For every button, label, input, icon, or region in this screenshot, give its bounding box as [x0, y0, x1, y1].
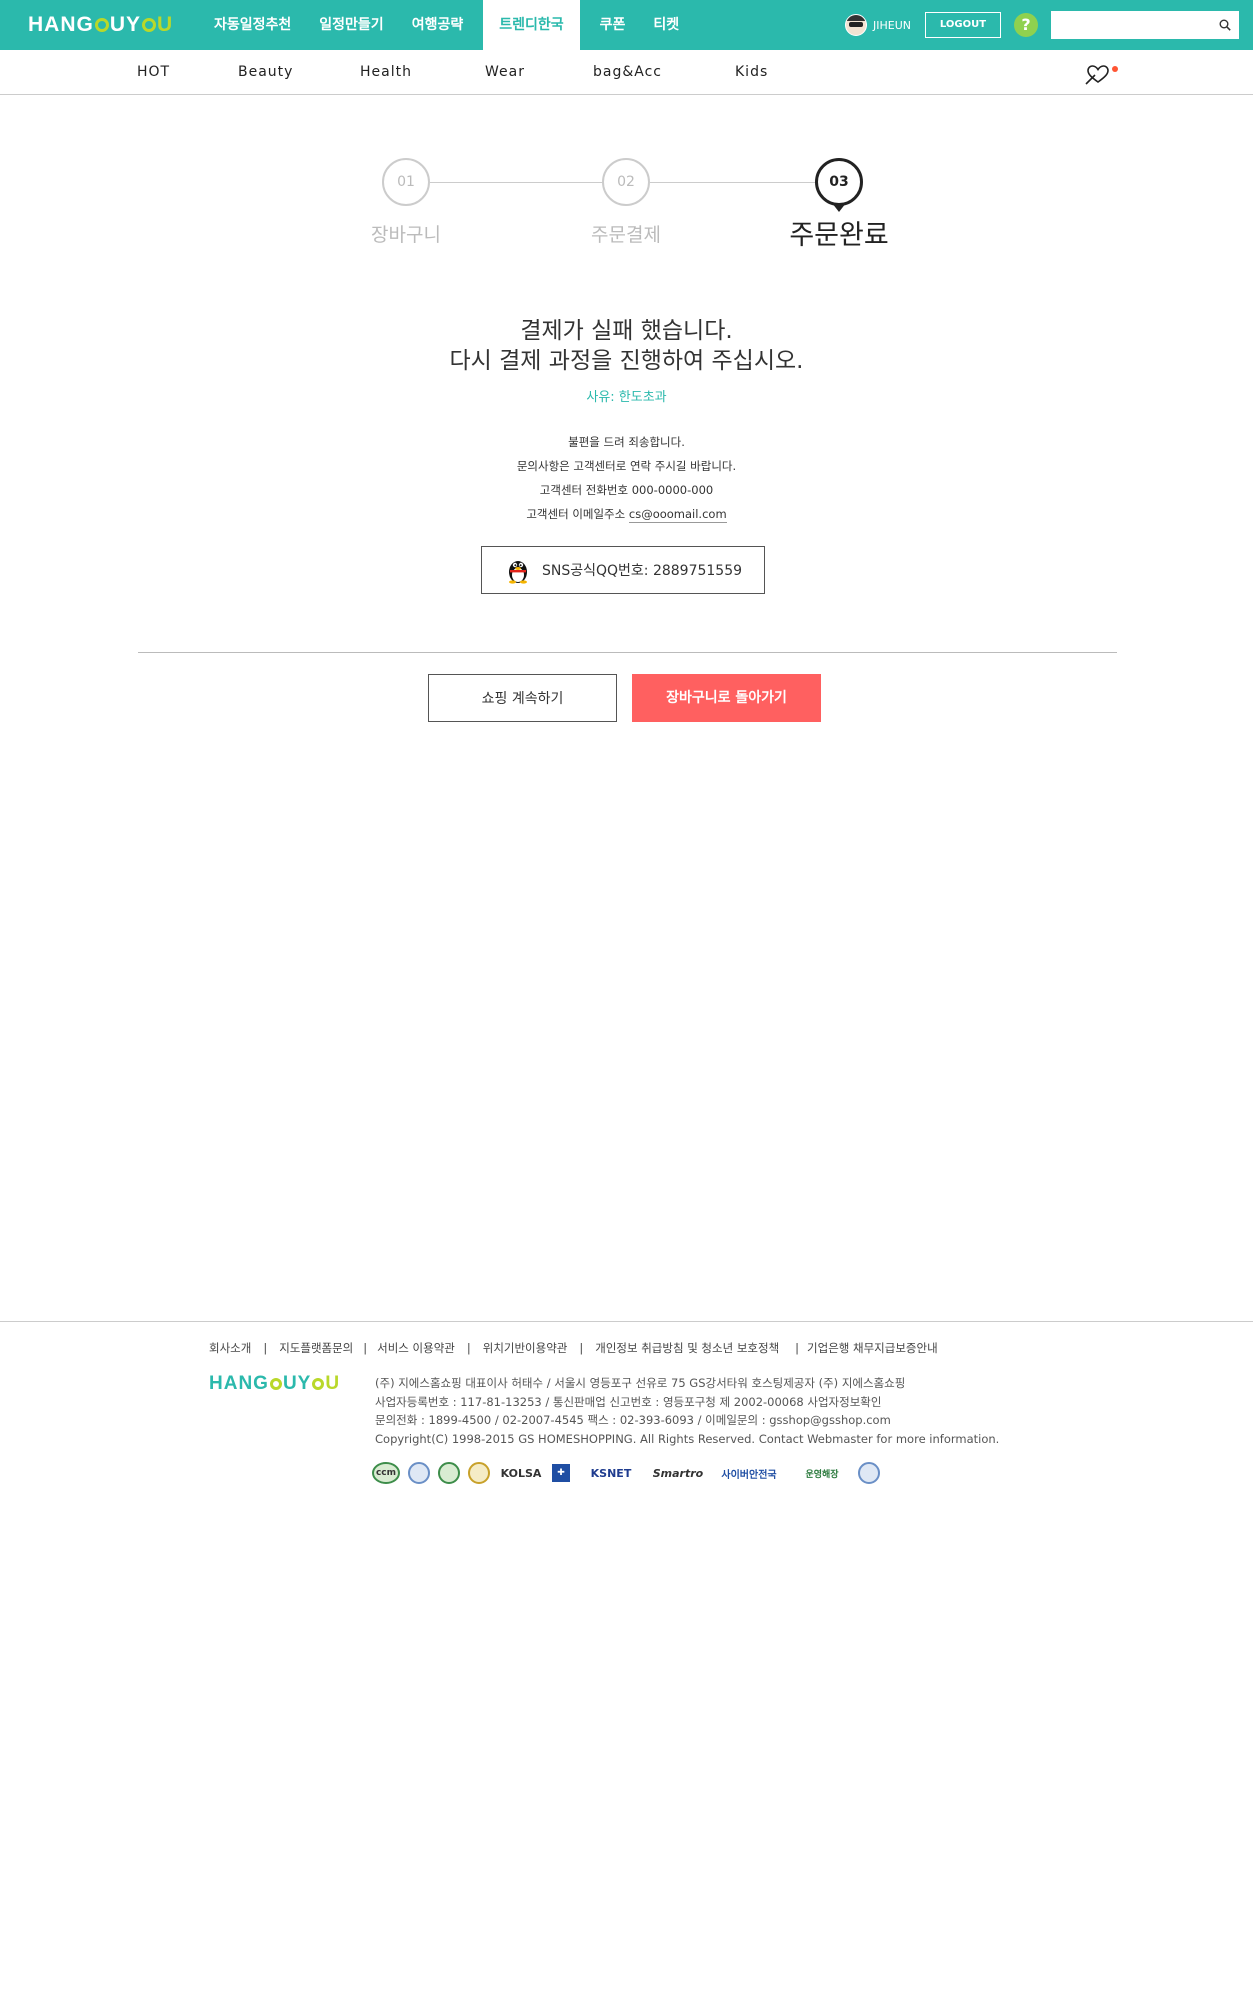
support-email-row: 고객센터 이메일주소 cs@ooomail.com — [0, 502, 1253, 526]
ksnet-badge[interactable]: KSNET — [578, 1467, 644, 1480]
category-bag-acc[interactable]: bag&Acc — [593, 50, 662, 95]
ccm-badge[interactable]: ccm — [372, 1462, 400, 1484]
cert-badge-cross[interactable]: ✚ — [552, 1464, 570, 1482]
wishlist-notification-dot — [1112, 66, 1118, 72]
cert-badge-2[interactable] — [408, 1462, 430, 1484]
footer-link-company[interactable]: 회사소개 — [209, 1341, 251, 1355]
footer-sep: | — [579, 1341, 584, 1355]
back-to-cart-button[interactable]: 장바구니로 돌아가기 — [632, 674, 821, 722]
footer-logo-text-2: UY — [282, 1373, 312, 1394]
footer-sep: | — [363, 1341, 368, 1355]
failure-message-line-1: 결제가 실패 했습니다. — [520, 318, 733, 344]
footer-link-terms[interactable]: 서비스 이용약관 — [377, 1341, 455, 1355]
avatar[interactable] — [845, 14, 867, 36]
main-nav: 자동일정추천 일정만들기 여행공략 트렌디한국 쿠폰 티켓 — [200, 0, 693, 50]
company-info-line: Copyright(C) 1998-2015 GS HOMESHOPPING. … — [375, 1431, 1000, 1446]
logo-text-3: U — [157, 13, 174, 36]
nav-auto-schedule[interactable]: 자동일정추천 — [200, 0, 305, 50]
company-info-line: 사업자등록번호 : 117-81-13253 / 통신판매업 신고번호 : 영등… — [375, 1394, 882, 1409]
step-3-circle: 03 — [815, 158, 863, 206]
smartro-badge[interactable]: Smartro — [652, 1467, 704, 1480]
footer-sep: | — [466, 1341, 471, 1355]
nav-trendy-korea[interactable]: 트렌디한국 — [483, 0, 580, 50]
top-navigation-bar: HANG UY U 자동일정추천 일정만들기 여행공략 트렌디한국 쿠폰 티켓 JI… — [0, 0, 1253, 50]
nav-coupon[interactable]: 쿠폰 — [586, 0, 640, 50]
nav-ticket[interactable]: 티켓 — [639, 0, 693, 50]
footer-sep: | — [795, 1341, 800, 1355]
user-area: JIHEUN LOGOUT ? — [845, 0, 1253, 50]
step-2-label: 주문결제 — [591, 224, 661, 246]
kolsa-badge[interactable]: KOLSA — [498, 1467, 544, 1480]
cyber-safety-badge[interactable]: 사이버안전국 — [712, 1466, 786, 1481]
category-wear[interactable]: Wear — [485, 50, 525, 95]
support-email-link[interactable]: cs@ooomail.com — [628, 507, 727, 523]
certification-badges: ccm KOLSA ✚ KSNET Smartro 사이버안전국 운영해장 — [372, 1460, 888, 1486]
username: JIHEUN — [873, 18, 911, 32]
footer-links: 회사소개 | 지도플랫폼문의 | 서비스 이용약관 | 위치기반이용약관 | 개인정보 취급방침… — [209, 1340, 938, 1356]
step-1-label: 장바구니 — [371, 224, 441, 246]
section-divider — [138, 652, 1117, 653]
footer-link-privacy[interactable]: 개인정보 취급방침 및 청소년 보호정책 — [595, 1341, 779, 1355]
company-info: (주) 지에스홈쇼핑 대표이사 허태수 / 서울시 영등포구 선유로 75 GS… — [375, 1374, 999, 1448]
logo-text-2: UY — [109, 13, 142, 36]
footer-link-location-terms[interactable]: 위치기반이용약관 — [483, 1341, 568, 1355]
footer-logo-text-3: U — [325, 1373, 341, 1394]
step-3-pointer — [832, 203, 846, 212]
nav-make-schedule[interactable]: 일정만들기 — [305, 0, 397, 50]
cert-badge-4[interactable] — [468, 1462, 490, 1484]
footer-link-map-inquiry[interactable]: 지도플랫폼문의 — [279, 1341, 353, 1355]
footer-logo-o-mark-2 — [312, 1378, 325, 1390]
category-kids[interactable]: Kids — [735, 50, 768, 95]
wishlist-heart-icon[interactable] — [1085, 63, 1111, 85]
category-bar: HOT Beauty Health Wear bag&Acc Kids — [0, 50, 1253, 95]
continue-shopping-button[interactable]: 쇼핑 계속하기 — [428, 674, 617, 722]
company-info-line: (주) 지에스홈쇼핑 대표이사 허태수 / 서울시 영등포구 선유로 75 GS… — [375, 1376, 906, 1390]
search-icon[interactable] — [1219, 19, 1231, 31]
failure-message-line-2: 다시 결제 과정을 진행하여 주십시오. — [449, 348, 804, 374]
cert-badge-last[interactable] — [858, 1462, 880, 1484]
footer-logo-text-1: HANG — [209, 1373, 269, 1394]
footer-divider — [0, 1321, 1253, 1322]
category-beauty[interactable]: Beauty — [238, 50, 293, 95]
step-2-circle: 02 — [602, 158, 650, 206]
nav-travel-guide[interactable]: 여행공략 — [398, 0, 478, 50]
category-health[interactable]: Health — [360, 50, 412, 95]
qq-penguin-icon — [508, 561, 527, 584]
footer-logo-o-mark — [269, 1378, 282, 1390]
contact-text: 문의사항은 고객센터로 연락 주시길 바랍니다. — [516, 459, 737, 473]
logo-o-mark-2 — [142, 18, 157, 32]
failure-message: 결제가 실패 했습니다. 다시 결제 과정을 진행하여 주십시오. — [0, 316, 1253, 376]
site-logo[interactable]: HANG UY U — [28, 13, 173, 37]
footer-link-guarantee[interactable]: 기업은행 채무지급보증안내 — [807, 1341, 938, 1355]
logo-text-1: HANG — [28, 13, 94, 36]
search-box — [1051, 11, 1239, 39]
help-button[interactable]: ? — [1014, 13, 1038, 37]
company-info-line: 문의전화 : 1899-4500 / 02-2007-4545 팩스 : 02-… — [375, 1413, 891, 1427]
step-3-label: 주문완료 — [789, 220, 889, 251]
qq-contact-box[interactable]: SNS공식QQ번호: 2889751559 — [481, 546, 765, 594]
cert-badge-3[interactable] — [438, 1462, 460, 1484]
logo-o-mark — [94, 18, 109, 32]
step-1-circle: 01 — [382, 158, 430, 206]
support-email-label: 고객센터 이메일주소 — [526, 507, 626, 521]
footer-logo[interactable]: HANG UY U — [209, 1373, 340, 1395]
footer-sep: | — [263, 1341, 268, 1355]
operation-badge[interactable]: 운영해장 — [794, 1467, 850, 1480]
support-phone: 고객센터 전화번호 000-0000-000 — [539, 483, 714, 497]
qq-number-label: SNS공식QQ번호: 2889751559 — [541, 563, 743, 579]
search-input[interactable] — [1051, 11, 1211, 39]
logout-button[interactable]: LOGOUT — [925, 12, 1001, 38]
support-info: 불편을 드려 죄송합니다. 문의사항은 고객센터로 연락 주시길 바랍니다. 고… — [0, 430, 1253, 526]
failure-reason: 사유: 한도초과 — [586, 390, 667, 405]
order-steps: 01 장바구니 02 주문결제 03 주문완료 — [0, 155, 1253, 255]
step-connector-2 — [650, 182, 818, 183]
apology-text: 불편을 드려 죄송합니다. — [568, 435, 685, 449]
step-connector-1 — [430, 182, 604, 183]
category-hot[interactable]: HOT — [137, 50, 170, 95]
